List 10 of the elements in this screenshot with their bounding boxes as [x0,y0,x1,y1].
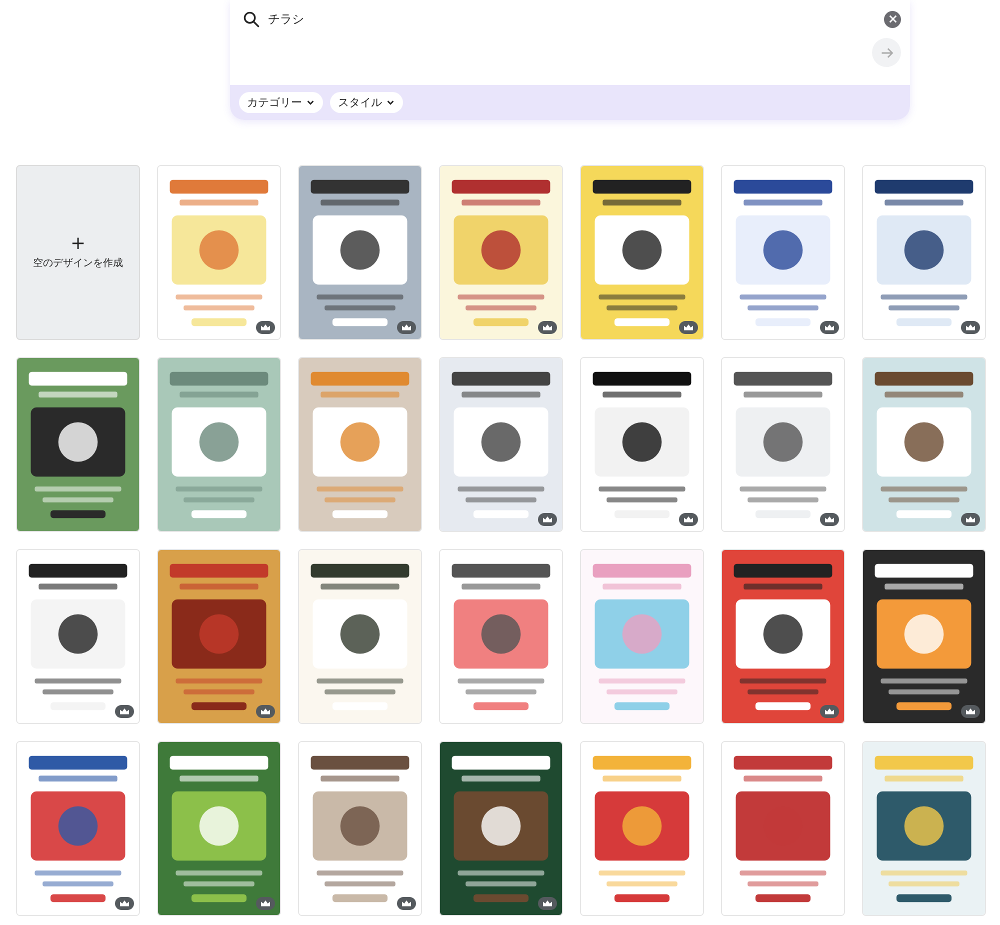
search-icon [243,10,260,28]
clear-button[interactable] [884,10,901,28]
search-field[interactable]: チラシ [268,12,876,26]
chevron-down-icon [306,98,315,107]
filter-dropdown[interactable]: スタイル [330,92,403,113]
arrow-right-icon [880,46,894,60]
filter-dropdown[interactable]: カテゴリー [239,92,323,113]
chevron-down-icon [386,98,395,107]
create-blank-design-card[interactable]: + 空のデザインを作成 [16,165,140,340]
close-icon [888,15,896,23]
